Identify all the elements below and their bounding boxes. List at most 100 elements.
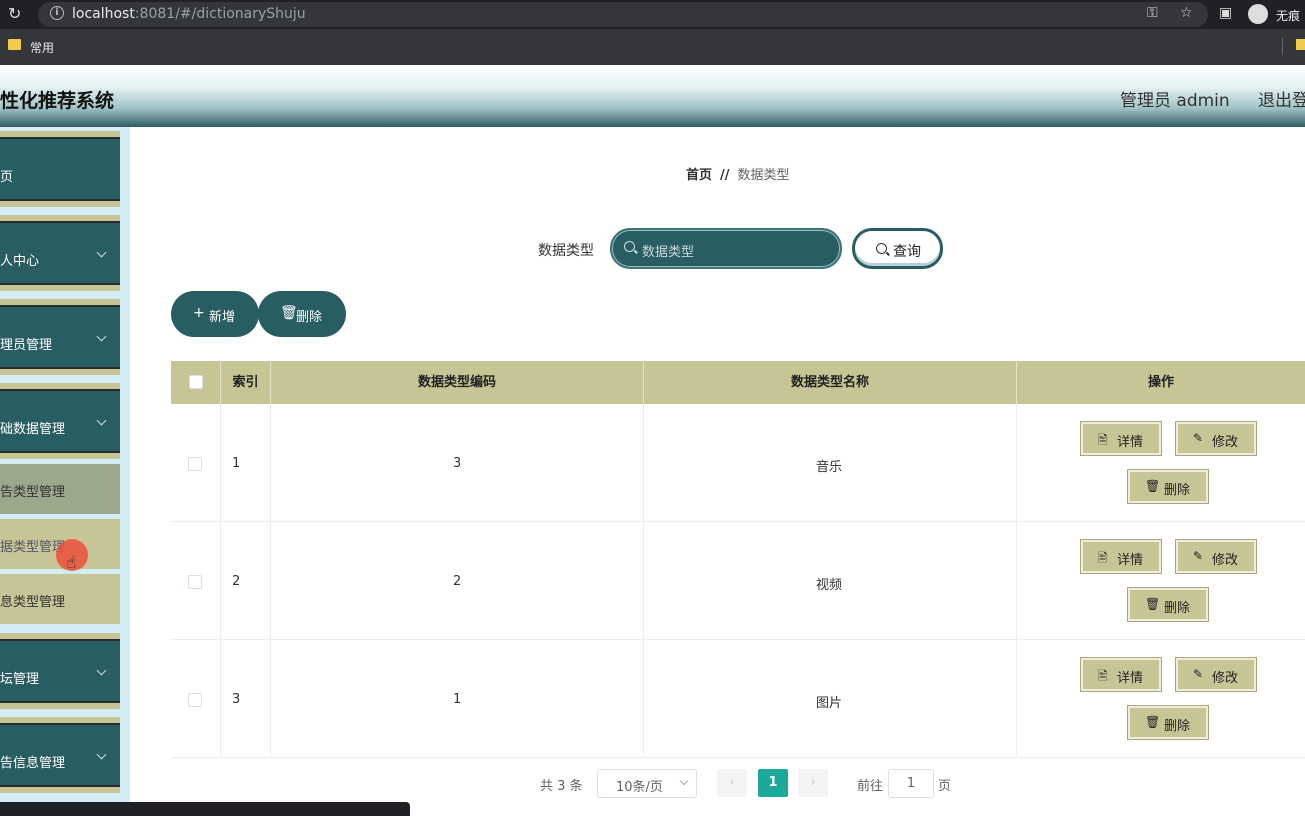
index-value: 3 — [232, 692, 241, 707]
code-value: 3 — [453, 456, 462, 471]
detail-button[interactable]: 🖹︎ 详情 — [1080, 421, 1162, 456]
select-all-cell — [171, 361, 221, 404]
delete-button[interactable]: 🗑︎ 删除 — [1127, 587, 1209, 622]
folder-icon[interactable] — [1296, 39, 1305, 50]
edit-label: 修改 — [1212, 671, 1239, 686]
page-size-value: 10条/页 — [616, 780, 663, 795]
sidebar-item-basic-data[interactable]: 础数据管理 — [0, 383, 120, 459]
profile-label[interactable]: 无痕 — [1276, 7, 1300, 24]
index-value: 2 — [232, 574, 241, 589]
sidebar-toggle-icon[interactable]: ▣ — [1219, 5, 1232, 21]
sidebar-subitem-label: 息类型管理 — [0, 595, 66, 610]
sidebar-item-admin[interactable]: 理员管理 — [0, 299, 120, 375]
query-button-label: 查询 — [893, 244, 921, 260]
column-header-index[interactable]: 索引 — [221, 361, 271, 404]
hand-cursor-icon: ☝ — [66, 553, 77, 573]
edit-button[interactable]: ✎ 修改 — [1175, 421, 1257, 456]
logout-link[interactable]: 退出登 — [1258, 86, 1305, 111]
bookmark-divider — [1282, 38, 1283, 55]
batch-delete-button[interactable]: 🗑︎ 删除 — [258, 291, 346, 337]
column-header-actions: 操作 — [1147, 375, 1174, 390]
sidebar-item-home[interactable]: 页 — [0, 131, 120, 207]
chevron-down-icon — [96, 415, 107, 426]
sidebar-subitem-label: 告类型管理 — [0, 485, 66, 500]
sidebar-subitem-ad-type[interactable]: 告类型管理 — [0, 464, 120, 514]
url-text: localhost:8081/#/dictionaryShuju — [72, 6, 306, 22]
bookmarks-bar: 常用 — [0, 29, 1305, 65]
detail-button[interactable]: 🖹︎ 详情 — [1080, 539, 1162, 574]
address-bar[interactable]: i localhost:8081/#/dictionaryShuju — [38, 2, 1208, 27]
pagination-total: 共 3 条 — [540, 779, 583, 794]
index-value: 1 — [232, 456, 241, 471]
sidebar-item-label: 础数据管理 — [0, 422, 66, 437]
sidebar-subitem-info-type[interactable]: 息类型管理 — [0, 574, 120, 624]
search-input[interactable]: 数据类型 — [610, 228, 842, 269]
page-number-current[interactable]: 1 — [758, 769, 788, 797]
prev-page-button[interactable]: ‹ — [717, 769, 747, 797]
reload-icon[interactable]: ↻ — [8, 4, 21, 23]
document-icon: 🖹︎ — [1098, 551, 1108, 565]
edit-label: 修改 — [1212, 435, 1239, 450]
sidebar-item-label: 理员管理 — [0, 338, 53, 353]
next-page-button[interactable]: › — [798, 769, 828, 797]
detail-label: 详情 — [1117, 435, 1144, 450]
edit-button[interactable]: ✎ 修改 — [1175, 657, 1257, 692]
pencil-icon: ✎ — [1193, 667, 1204, 681]
table-row: 2 2 视频 🖹︎ 详情 ✎ 修改 🗑︎ 删除 — [171, 522, 1305, 640]
actions-cell: 🖹︎ 详情 ✎ 修改 🗑︎ 删除 — [1017, 640, 1305, 757]
info-icon[interactable]: i — [50, 6, 64, 20]
index-cell: 2 — [221, 522, 271, 639]
breadcrumb-current: 数据类型 — [737, 168, 790, 183]
delete-label: 删除 — [1164, 601, 1191, 616]
code-value: 1 — [453, 692, 462, 707]
detail-label: 详情 — [1117, 671, 1144, 686]
taskbar-overlay — [0, 802, 410, 816]
sidebar-item-announcement[interactable]: 告信息管理 — [0, 717, 120, 793]
sidebar-item-forum[interactable]: 坛管理 — [0, 633, 120, 709]
index-cell: 1 — [221, 404, 271, 521]
search-icon — [876, 243, 887, 254]
search-placeholder: 数据类型 — [642, 245, 695, 260]
current-user: 管理员 admin — [1120, 91, 1230, 111]
actions-cell: 🖹︎ 详情 ✎ 修改 🗑︎ 删除 — [1017, 404, 1305, 521]
incognito-icon[interactable] — [1248, 4, 1268, 24]
name-value: 图片 — [816, 696, 843, 711]
breadcrumb-home[interactable]: 首页 — [686, 168, 712, 183]
trash-icon: 🗑︎ — [1145, 479, 1161, 493]
edit-button[interactable]: ✎ 修改 — [1175, 539, 1257, 574]
delete-button[interactable]: 🗑︎ 删除 — [1127, 469, 1209, 504]
goto-page-input[interactable]: 1 — [888, 769, 934, 798]
column-header-name[interactable]: 数据类型名称 — [644, 361, 1017, 404]
table-row: 1 3 音乐 🖹︎ 详情 ✎ 修改 🗑︎ 删除 — [171, 404, 1305, 522]
delete-label: 删除 — [1164, 719, 1191, 734]
row-checkbox[interactable] — [188, 575, 202, 589]
sidebar-item-label: 页 — [0, 170, 14, 185]
add-button[interactable]: + 新增 — [171, 291, 259, 337]
app-title: 性化推荐系统 — [0, 90, 115, 112]
sidebar-item-profile[interactable]: 人中心 — [0, 215, 120, 291]
chevron-down-icon — [96, 665, 107, 676]
name-cell: 音乐 — [644, 404, 1017, 521]
detail-button[interactable]: 🖹︎ 详情 — [1080, 657, 1162, 692]
delete-button[interactable]: 🗑︎ 删除 — [1127, 705, 1209, 740]
name-cell: 视频 — [644, 522, 1017, 639]
delete-label: 删除 — [1164, 483, 1191, 498]
name-value: 视频 — [816, 578, 843, 593]
column-header-code[interactable]: 数据类型编码 — [271, 361, 644, 404]
document-icon: 🖹︎ — [1098, 433, 1108, 447]
document-icon: 🖹︎ — [1098, 669, 1108, 683]
row-checkbox[interactable] — [188, 457, 202, 471]
bookmark-common[interactable]: 常用 — [30, 39, 54, 56]
row-checkbox[interactable] — [188, 693, 202, 707]
select-all-checkbox[interactable] — [189, 375, 203, 389]
name-cell: 图片 — [644, 640, 1017, 757]
detail-label: 详情 — [1117, 553, 1144, 568]
search-icon — [624, 241, 635, 252]
name-value: 音乐 — [816, 460, 843, 475]
trash-icon: 🗑︎ — [1145, 597, 1161, 611]
star-icon[interactable]: ☆ — [1180, 5, 1193, 21]
page-size-select[interactable]: 10条/页 — [597, 769, 697, 798]
query-button[interactable]: 查询 — [852, 228, 943, 269]
key-icon[interactable]: ⚿ — [1147, 5, 1158, 21]
code-cell: 1 — [271, 640, 644, 757]
